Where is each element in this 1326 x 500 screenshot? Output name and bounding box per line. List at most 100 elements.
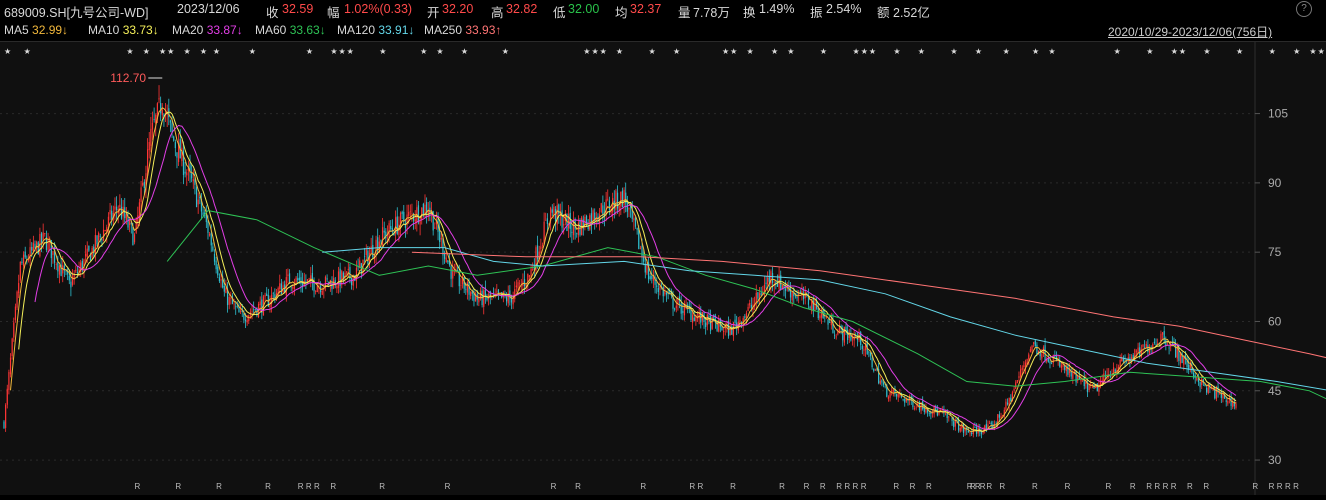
event-r-marker: R <box>1032 482 1038 491</box>
candle-body <box>827 320 828 325</box>
candle-body <box>225 288 226 293</box>
candle-body <box>87 249 88 258</box>
candle-body <box>834 335 835 336</box>
candle-body <box>542 245 543 246</box>
candle-body <box>960 428 961 432</box>
candle-body <box>664 291 665 294</box>
help-icon[interactable]: ? <box>1296 1 1312 17</box>
candle-body <box>555 209 556 221</box>
event-star-marker: ★ <box>861 47 868 56</box>
ma5-label: MA5 <box>4 23 29 37</box>
candle-body <box>41 233 42 243</box>
candle-body <box>772 273 773 283</box>
event-r-marker: R <box>265 482 271 491</box>
ma60-label: MA60 <box>255 23 286 37</box>
candle-body <box>333 278 334 288</box>
event-star-marker: ★ <box>730 47 737 56</box>
candle-body <box>767 278 768 285</box>
event-r-marker: R <box>689 482 695 491</box>
candle-body <box>818 308 819 318</box>
candle-body <box>744 316 745 318</box>
candle-body <box>31 247 32 250</box>
candle-body <box>475 296 476 301</box>
candle-body <box>224 286 225 292</box>
candle-body <box>211 233 212 245</box>
candle-body <box>643 257 644 261</box>
candle-body <box>885 386 886 387</box>
candle-body <box>322 291 323 295</box>
candle-body <box>1235 404 1236 408</box>
candle-body <box>881 380 882 382</box>
candle-body <box>705 323 706 327</box>
candle-body <box>579 220 580 234</box>
candle-body <box>44 233 45 234</box>
candle-body <box>623 190 624 206</box>
candle-body <box>868 352 869 353</box>
candle-body <box>1017 380 1018 383</box>
turnover-value: 1.49% <box>759 2 794 16</box>
candle-body <box>601 203 602 212</box>
candle-body <box>1115 369 1116 371</box>
y-tick-label: 90 <box>1268 176 1282 190</box>
candle-body <box>1162 332 1163 334</box>
candle-body <box>307 279 308 282</box>
ma60-line <box>167 211 1326 444</box>
candle-body <box>1018 376 1019 378</box>
candle-body <box>34 244 35 248</box>
candle-body <box>12 339 13 356</box>
candle-body <box>1206 388 1207 393</box>
kline-chart[interactable]: 1059075604530112.7030.00★★★★★★★★★★★★★★★★… <box>0 42 1326 495</box>
event-star-marker: ★ <box>1114 47 1121 56</box>
candle-body <box>1154 342 1155 343</box>
event-star-marker: ★ <box>4 47 11 56</box>
ma10-line <box>19 112 1236 431</box>
candle-body <box>3 422 4 428</box>
candle-body <box>447 260 448 262</box>
candle-body <box>173 137 174 141</box>
date-range-selector[interactable]: 2020/10/29-2023/12/06(756日) <box>1108 23 1272 40</box>
event-r-marker: R <box>698 482 704 491</box>
candle-body <box>971 433 972 434</box>
candle-body <box>563 224 564 225</box>
quote-header: 689009.SH[九号公司-WD] 2023/12/06 收 32.59 幅 … <box>0 0 1326 19</box>
ma10-legend: MA10 33.73↓ <box>88 23 159 37</box>
candle-body <box>134 234 135 242</box>
candle-body <box>1031 346 1032 351</box>
candle-body <box>384 231 385 233</box>
ma20-value: 33.87↓ <box>207 23 243 37</box>
candle-body <box>299 278 300 281</box>
candle-body <box>723 331 724 332</box>
candle-body <box>1072 372 1073 379</box>
event-r-marker: R <box>445 482 451 491</box>
candle-body <box>765 283 766 284</box>
candle-body <box>175 142 176 148</box>
event-star-marker: ★ <box>1203 47 1210 56</box>
candle-body <box>875 370 876 371</box>
event-star-marker: ★ <box>249 47 256 56</box>
candle-body <box>1098 384 1099 392</box>
candle-body <box>13 322 14 337</box>
candle-body <box>873 369 874 371</box>
event-r-marker: R <box>1130 482 1136 491</box>
candle-body <box>217 267 218 276</box>
candle-body <box>140 187 141 201</box>
event-r-marker: R <box>314 482 320 491</box>
candle-body <box>747 307 748 311</box>
ma10-label: MA10 <box>88 23 119 37</box>
candle-body <box>906 399 907 401</box>
candle-body <box>517 282 518 288</box>
event-r-marker: R <box>999 482 1005 491</box>
candle-body <box>65 271 66 272</box>
candle-body <box>617 193 618 209</box>
candle-body <box>948 417 949 418</box>
candle-body <box>953 421 954 427</box>
event-star-marker: ★ <box>1179 47 1186 56</box>
candle-body <box>1157 343 1158 344</box>
candle-body <box>810 307 811 309</box>
kline-chart-area[interactable]: 1059075604530112.7030.00★★★★★★★★★★★★★★★★… <box>0 42 1326 495</box>
candle-body <box>1066 368 1067 371</box>
event-star-marker: ★ <box>1048 47 1055 56</box>
candle-body <box>279 283 280 289</box>
candle-body <box>43 232 44 239</box>
candle-body <box>16 292 17 308</box>
